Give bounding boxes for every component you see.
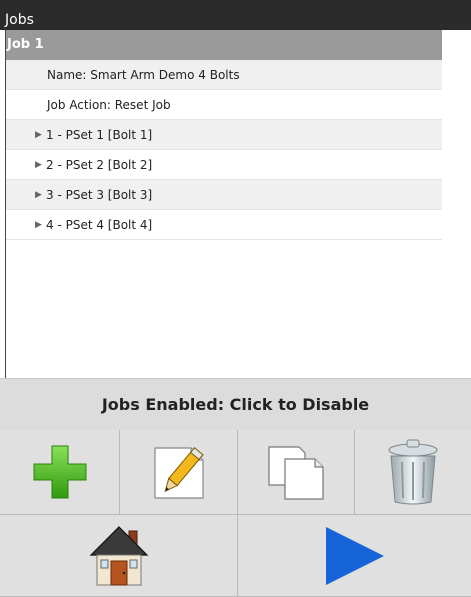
job-action-label: Job Action: Reset Job [47,98,171,112]
pset-row-3[interactable]: ▶ 3 - PSet 3 [Bolt 3] [6,180,442,210]
pset-row-1[interactable]: ▶ 1 - PSet 1 [Bolt 1] [6,120,442,150]
edit-job-button[interactable] [120,430,238,515]
job-tree-panel: Job 1 Name: Smart Arm Demo 4 Bolts Job A… [5,30,471,378]
plus-icon [30,442,90,502]
run-job-button[interactable] [238,515,471,597]
pset-label: 2 - PSet 2 [Bolt 2] [46,158,153,172]
jobs-enable-toggle[interactable]: Jobs Enabled: Click to Disable [0,378,471,430]
expand-triangle-icon[interactable]: ▶ [35,120,42,150]
pencil-icon [147,440,211,504]
expand-triangle-icon[interactable]: ▶ [35,150,42,180]
expand-triangle-icon[interactable]: ▶ [35,180,42,210]
trash-icon [387,438,439,506]
delete-job-button[interactable] [355,430,471,515]
job-name-row[interactable]: Name: Smart Arm Demo 4 Bolts [6,60,442,90]
window-title: Jobs [0,0,471,30]
pset-label: 4 - PSet 4 [Bolt 4] [46,218,153,232]
job-name-label: Name: Smart Arm Demo 4 Bolts [47,68,240,82]
expand-triangle-icon[interactable]: ▶ [35,210,42,240]
pset-row-2[interactable]: ▶ 2 - PSet 2 [Bolt 2] [6,150,442,180]
job-header[interactable]: Job 1 [6,30,442,60]
copy-icon [265,441,327,503]
pset-row-4[interactable]: ▶ 4 - PSet 4 [Bolt 4] [6,210,442,240]
job-action-row[interactable]: Job Action: Reset Job [6,90,442,120]
pset-label: 3 - PSet 3 [Bolt 3] [46,188,153,202]
add-job-button[interactable] [0,430,120,515]
pset-label: 1 - PSet 1 [Bolt 1] [46,128,153,142]
copy-job-button[interactable] [238,430,355,515]
home-icon [89,525,149,587]
play-icon [324,525,386,587]
home-button[interactable] [0,515,238,597]
